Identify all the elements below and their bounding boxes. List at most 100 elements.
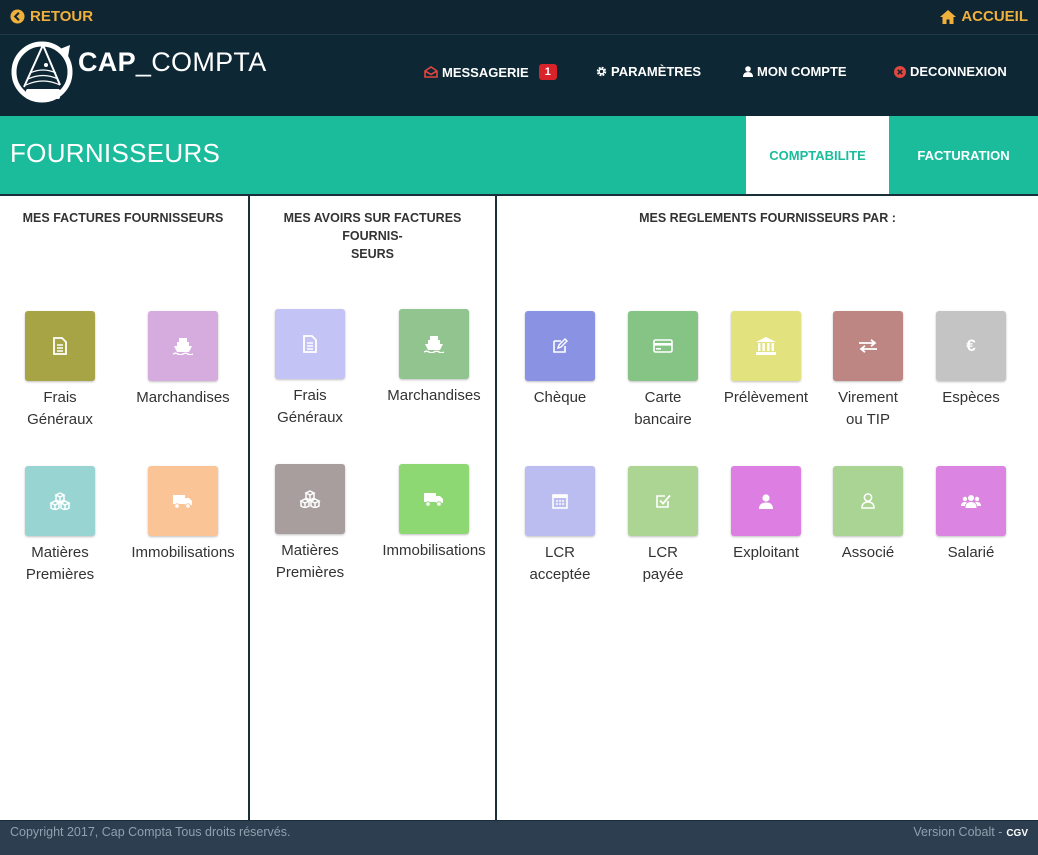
tile-label: Salarié: [947, 544, 995, 561]
tile-immobilisations[interactable]: Immobilisations: [123, 466, 243, 564]
nav-parametres-label: PARAMÈTRES: [611, 64, 702, 79]
page-title: FOURNISSEURS: [10, 138, 221, 168]
check-square-icon: [656, 494, 671, 508]
tile-label: Chèque: [533, 389, 587, 406]
calendar-icon: [552, 494, 568, 509]
tile-label: Frais Généraux: [27, 389, 93, 428]
arrow-circle-left-icon: [10, 9, 25, 24]
tile-associe[interactable]: Associé: [808, 466, 928, 564]
tile-square: [275, 309, 345, 379]
gear-icon: [596, 66, 607, 77]
user-icon: [743, 66, 753, 77]
tab-facturation[interactable]: FACTURATION: [889, 116, 1038, 194]
tile-avoir-marchandises[interactable]: Marchandises: [374, 309, 494, 407]
ship-icon: [424, 336, 444, 353]
nav-deconnexion-label: DECONNEXION: [910, 64, 1007, 79]
tile-square: [525, 466, 595, 536]
avoirs-panel-title: MES AVOIRS SUR FACTURES FOURNIS- SEURS: [283, 211, 462, 261]
tile-square: [936, 466, 1006, 536]
tile-square: [399, 464, 469, 534]
tile-avoir-matieres-premieres[interactable]: Matières Premières: [250, 464, 370, 584]
pencil-square-icon: [553, 338, 568, 353]
tile-cheque[interactable]: Chèque: [500, 311, 620, 409]
tile-square: [628, 311, 698, 381]
tile-carte-bancaire[interactable]: Carte bancaire: [603, 311, 723, 431]
euro-icon: €: [966, 336, 976, 355]
tile-square: [731, 311, 801, 381]
tile-label: Immobilisations: [382, 542, 486, 559]
envelope-open-icon: [424, 66, 438, 78]
tile-square: [399, 309, 469, 379]
cgv-link[interactable]: CGV: [1006, 828, 1028, 839]
tile-label: Frais Généraux: [277, 387, 343, 426]
nav-deconnexion[interactable]: DECONNEXION: [894, 64, 1007, 79]
exchange-icon: [859, 339, 877, 353]
nav-messagerie[interactable]: MESSAGERIE 1: [424, 64, 557, 80]
tile-square: [833, 311, 903, 381]
tile-avoir-immobilisations[interactable]: Immobilisations: [374, 464, 494, 562]
tile-lcr-payee[interactable]: LCR payée: [603, 466, 723, 586]
cubes-icon: [299, 490, 321, 508]
section-band: FOURNISSEURS COMPTABILITE FACTURATION: [0, 116, 1038, 194]
tile-lcr-acceptee[interactable]: LCR acceptée: [500, 466, 620, 586]
brand-name[interactable]: CAP_COMPTA: [78, 47, 267, 78]
times-circle-icon: [894, 65, 906, 78]
user-icon: [759, 493, 773, 509]
nav-messagerie-label: MESSAGERIE: [442, 64, 529, 80]
tile-label: Associé: [841, 544, 895, 561]
tile-square: [833, 466, 903, 536]
app-header: CAP_COMPTA MESSAGERIE 1 PARAMÈTRES MON C…: [0, 34, 1038, 116]
tile-label: Marchandises: [387, 387, 481, 404]
tile-label: Matières Premières: [25, 544, 95, 583]
tile-square: [731, 466, 801, 536]
message-count-badge: 1: [538, 64, 557, 80]
tile-salarie[interactable]: Salarié: [911, 466, 1031, 564]
tab-comptabilite[interactable]: COMPTABILITE: [746, 116, 889, 194]
ship-icon: [173, 338, 193, 355]
tile-square: [25, 311, 95, 381]
nav-mon-compte[interactable]: MON COMPTE: [743, 64, 847, 79]
tile-label: Immobilisations: [131, 544, 235, 561]
reglements-panel-title: MES REGLEMENTS FOURNISSEURS PAR :: [639, 211, 896, 225]
top-bar: RETOUR ACCUEIL: [0, 0, 1038, 34]
tile-marchandises[interactable]: Marchandises: [123, 311, 243, 409]
tile-label: LCR payée: [642, 544, 684, 583]
reglements-fournisseurs-panel: MES REGLEMENTS FOURNISSEURS PAR : Chèque…: [495, 196, 1038, 820]
brand-bold: CAP: [78, 47, 136, 77]
factures-panel-title: MES FACTURES FOURNISSEURS: [22, 211, 224, 225]
tile-square: [148, 311, 218, 381]
tile-frais-generaux[interactable]: Frais Généraux: [0, 311, 120, 431]
cubes-icon: [49, 492, 71, 510]
cap-compta-logo[interactable]: [10, 37, 76, 103]
document-icon: [303, 335, 317, 353]
nav-mon-compte-label: MON COMPTE: [757, 64, 847, 79]
tile-label: Espèces: [942, 389, 1000, 406]
tile-matieres-premieres[interactable]: Matières Premières: [0, 466, 120, 586]
user-outline-icon: [861, 493, 875, 509]
truck-icon: [173, 494, 192, 509]
back-link[interactable]: RETOUR: [10, 8, 93, 25]
version-text: Version Cobalt -: [913, 825, 1003, 839]
home-link[interactable]: ACCUEIL: [940, 8, 1028, 25]
tile-especes[interactable]: € Espèces: [911, 311, 1031, 409]
users-icon: [961, 494, 981, 508]
tile-virement-tip[interactable]: Virement ou TIP: [808, 311, 928, 431]
home-label: ACCUEIL: [961, 8, 1028, 25]
factures-fournisseurs-panel: MES FACTURES FOURNISSEURS Frais Généraux …: [0, 196, 246, 820]
tile-label: Matières Premières: [275, 542, 345, 581]
tile-avoir-frais-generaux[interactable]: Frais Généraux: [250, 309, 370, 429]
tile-square: [525, 311, 595, 381]
avoirs-fournisseurs-panel: MES AVOIRS SUR FACTURES FOURNIS- SEURS Fr…: [248, 196, 495, 820]
main-content: MES FACTURES FOURNISSEURS Frais Généraux …: [0, 194, 1038, 820]
version-info: Version Cobalt - CGV: [913, 825, 1028, 839]
tile-label: LCR acceptée: [529, 544, 591, 583]
nav-parametres[interactable]: PARAMÈTRES: [596, 64, 701, 79]
tile-square: [25, 466, 95, 536]
home-icon: [940, 9, 957, 24]
brand-light: _COMPTA: [135, 47, 267, 77]
truck-icon: [424, 492, 443, 507]
credit-card-icon: [653, 339, 673, 353]
tile-square: [148, 466, 218, 536]
page-footer: Copyright 2017, Cap Compta Tous droits r…: [0, 820, 1038, 855]
tile-label: Marchandises: [136, 389, 230, 406]
